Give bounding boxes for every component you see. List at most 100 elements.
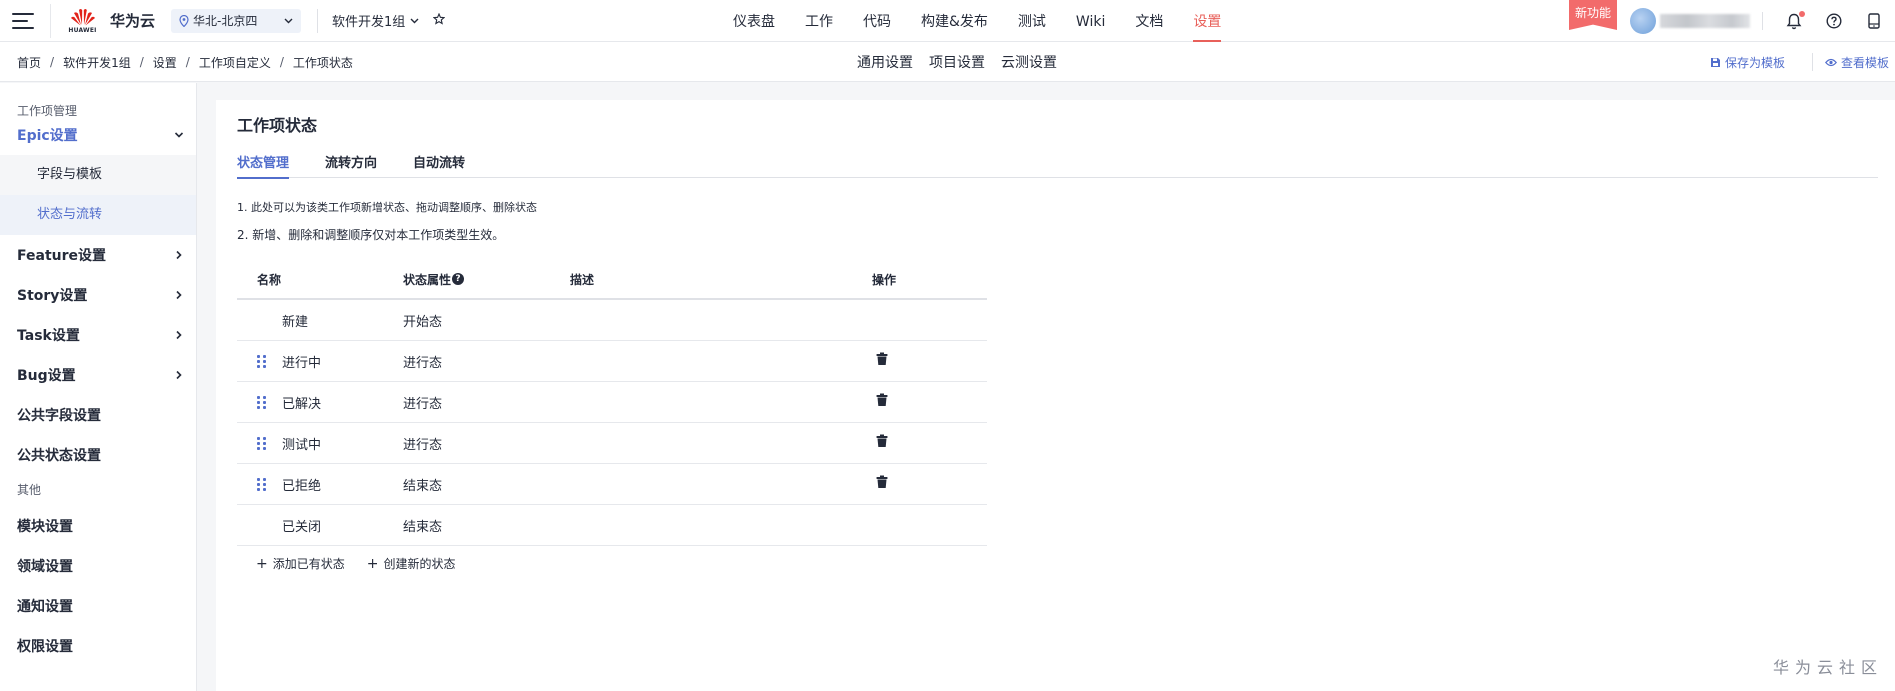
status-attr: 结束态: [403, 478, 443, 494]
breadcrumb-project[interactable]: 软件开发1组: [63, 54, 131, 71]
sidebar-item-public-fields[interactable]: 公共字段设置: [0, 395, 196, 435]
status-name: 已拒绝: [282, 478, 322, 494]
location-pin-icon: [179, 14, 189, 27]
sub-header: 首页 / 软件开发1组 / 设置 / 工作项自定义 / 工作项状态 通用设置 项目设置 …: [0, 42, 1895, 82]
sidebar-item-epic[interactable]: Epic设置: [0, 115, 196, 155]
sidebar-item-feature[interactable]: Feature设置: [0, 235, 196, 275]
divider: [317, 8, 319, 33]
hint-text-2: 2. 新增、删除和调整顺序仅对本工作项类型生效。: [237, 228, 505, 242]
status-name: 已关闭: [282, 519, 322, 535]
delete-trash-icon[interactable]: [875, 393, 889, 407]
status-attr: 开始态: [403, 314, 443, 330]
sidebar-subitem-status-flow[interactable]: 状态与流转: [0, 195, 196, 235]
table-row: 进行中 进行态: [237, 341, 987, 382]
sidebar-item-label: Bug设置: [17, 368, 76, 384]
username-blurred[interactable]: [1660, 14, 1750, 28]
drag-handle-icon[interactable]: [257, 354, 267, 368]
breadcrumb-current: 工作项状态: [292, 55, 353, 70]
sidebar-item-notification[interactable]: 通知设置: [0, 586, 196, 626]
project-selector[interactable]: 软件开发1组: [332, 11, 419, 30]
top-bar: HUAWEI 华为云 华北-北京四 软件开发1组 仪表盘 工作 代码 构建&发布…: [0, 0, 1895, 42]
favorite-star-icon[interactable]: [432, 12, 446, 29]
table-actions: + 添加已有状态 + 创建新的状态: [256, 555, 478, 572]
drag-handle-icon[interactable]: [257, 436, 267, 450]
breadcrumb-settings[interactable]: 设置: [153, 54, 177, 71]
sidebar-item-public-status[interactable]: 公共状态设置: [0, 435, 196, 475]
sidebar-item-label: Feature设置: [17, 248, 106, 264]
notification-bell-icon[interactable]: [1785, 11, 1805, 30]
region-selector[interactable]: 华北-北京四: [171, 8, 302, 33]
menu-icon[interactable]: [12, 12, 34, 29]
logo-text: HUAWEI: [68, 26, 97, 34]
status-attr: 进行态: [403, 437, 443, 453]
sidebar-group-other: 其他: [17, 483, 42, 497]
table-header: 名称 状态属性 ? 描述 操作: [237, 260, 987, 300]
delete-trash-icon[interactable]: [875, 475, 889, 489]
tab-flow-direction[interactable]: 流转方向: [325, 152, 377, 178]
sidebar-item-story[interactable]: Story设置: [0, 275, 196, 315]
breadcrumb-home[interactable]: 首页: [17, 54, 41, 71]
page-title: 工作项状态: [237, 116, 318, 135]
avatar[interactable]: [1630, 8, 1656, 34]
save-as-template-label: 保存为模板: [1724, 55, 1785, 70]
create-new-status-button[interactable]: + 创建新的状态: [367, 555, 456, 572]
sidebar-item-permission[interactable]: 权限设置: [0, 626, 196, 666]
chevron-right-icon: [176, 290, 182, 300]
delete-trash-icon[interactable]: [875, 352, 889, 366]
table-row: 新建 开始态: [237, 300, 987, 341]
status-attr: 结束态: [403, 519, 443, 535]
subnav-cloudtest[interactable]: 云测设置: [1001, 52, 1057, 72]
nav-wiki[interactable]: Wiki: [1076, 0, 1105, 42]
delete-trash-icon[interactable]: [875, 434, 889, 448]
mobile-icon[interactable]: [1865, 12, 1883, 30]
sidebar-item-label: 通知设置: [17, 599, 73, 615]
tab-auto-flow[interactable]: 自动流转: [413, 152, 465, 178]
nav-build-release[interactable]: 构建&发布: [921, 0, 988, 42]
header-name: 名称: [257, 272, 282, 287]
nav-docs[interactable]: 文档: [1135, 0, 1163, 42]
header-attr: 状态属性 ?: [403, 271, 570, 288]
tab-status-management[interactable]: 状态管理: [237, 152, 290, 179]
sidebar-item-label: 模块设置: [17, 519, 73, 535]
chevron-down-icon: [284, 18, 293, 23]
nav-test[interactable]: 测试: [1018, 0, 1046, 42]
sidebar-item-bug[interactable]: Bug设置: [0, 355, 196, 395]
chevron-down-icon: [410, 18, 419, 23]
status-name: 新建: [282, 314, 309, 330]
plus-icon: +: [366, 555, 379, 572]
sidebar-group-workitem: 工作项管理: [17, 104, 78, 118]
breadcrumb-workitem-custom[interactable]: 工作项自定义: [199, 54, 271, 71]
save-as-template-button[interactable]: 保存为模板: [1710, 54, 1785, 71]
view-template-button[interactable]: 查看模板: [1824, 54, 1889, 71]
nav-code[interactable]: 代码: [863, 0, 891, 42]
huawei-logo[interactable]: HUAWEI: [50, 3, 100, 38]
header-op: 操作: [872, 272, 897, 287]
plus-icon: +: [256, 555, 268, 572]
table-row: 已拒绝 结束态: [237, 464, 987, 505]
huawei-logo-icon: [70, 8, 95, 25]
eye-icon: [1824, 58, 1837, 66]
nav-work[interactable]: 工作: [805, 0, 833, 42]
help-icon[interactable]: ?: [452, 273, 465, 285]
chevron-right-icon: [176, 330, 182, 340]
sidebar-item-task[interactable]: Task设置: [0, 315, 196, 355]
subnav-project[interactable]: 项目设置: [929, 52, 985, 72]
add-existing-status-button[interactable]: + 添加已有状态: [256, 555, 345, 572]
watermark: 华为云社区: [1773, 658, 1884, 677]
sidebar-item-module[interactable]: 模块设置: [0, 506, 196, 546]
status-table: 名称 状态属性 ? 描述 操作 新建 开始态 进行中 进行态 已解决 进行态 测…: [237, 260, 987, 546]
main-content: 工作项状态 状态管理 流转方向 自动流转 1. 此处可以为该类工作项新增状态、拖…: [216, 100, 1895, 691]
table-row: 测试中 进行态: [237, 423, 987, 464]
settings-subnav: 通用设置 项目设置 云测设置: [857, 42, 1073, 82]
new-feature-badge[interactable]: 新功能: [1569, 0, 1617, 30]
drag-handle-icon[interactable]: [257, 395, 267, 409]
nav-dashboard[interactable]: 仪表盘: [733, 0, 775, 42]
help-icon[interactable]: [1825, 12, 1843, 30]
sidebar-subitem-fields-templates[interactable]: 字段与模板: [0, 155, 196, 195]
sidebar-item-domain[interactable]: 领域设置: [0, 546, 196, 586]
drag-handle-icon[interactable]: [257, 477, 267, 491]
chevron-down-icon: [174, 132, 184, 138]
table-row: 已解决 进行态: [237, 382, 987, 423]
nav-settings[interactable]: 设置: [1193, 0, 1222, 42]
subnav-general[interactable]: 通用设置: [857, 52, 913, 72]
